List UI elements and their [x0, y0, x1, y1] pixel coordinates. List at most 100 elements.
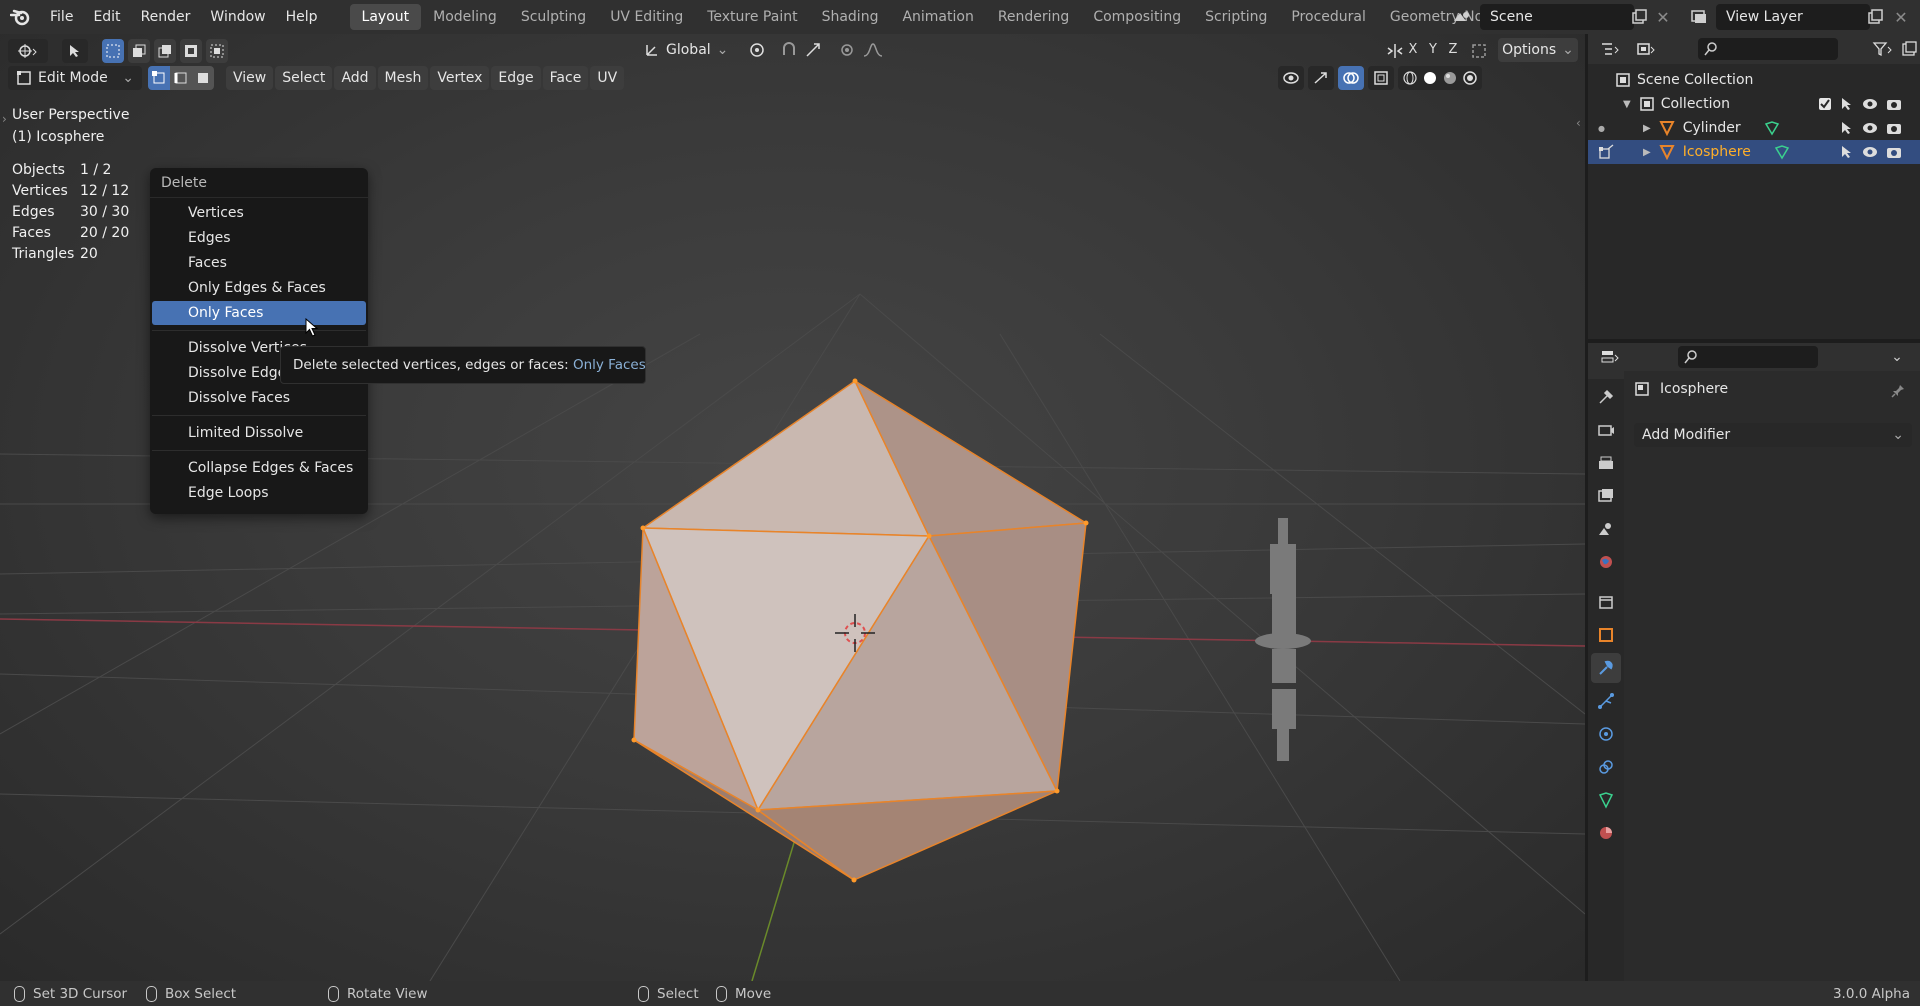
menu-add[interactable]: Add — [334, 66, 376, 90]
outliner-editor-type-icon[interactable] — [1598, 36, 1624, 62]
add-modifier-dropdown[interactable]: Add Modifier ⌄ — [1634, 423, 1912, 447]
outliner-object-cylinder[interactable]: ● ▶ Cylinder — [1588, 116, 1920, 140]
menu-edit[interactable]: Edit — [83, 0, 130, 34]
edge-select-icon[interactable] — [170, 66, 192, 90]
dissolve-faces-item[interactable]: Dissolve Faces — [152, 386, 366, 410]
new-view-layer-icon[interactable] — [1862, 4, 1888, 30]
axis-z-toggle[interactable]: Z — [1444, 38, 1462, 62]
chevron-down-icon[interactable]: ⌄ — [1884, 344, 1910, 370]
tool-tab-icon[interactable] — [1591, 382, 1621, 412]
modifier-tab-icon[interactable] — [1591, 653, 1621, 683]
menu-separator — [152, 330, 366, 331]
overlays-icon[interactable] — [1338, 66, 1364, 90]
tab-uv-editing[interactable]: UV Editing — [598, 4, 695, 30]
filter-icon[interactable] — [1870, 36, 1896, 62]
collection-tab-icon[interactable] — [1591, 587, 1621, 617]
menu-select[interactable]: Select — [275, 66, 333, 90]
tab-rendering[interactable]: Rendering — [986, 4, 1082, 30]
render-tab-icon[interactable] — [1591, 415, 1621, 445]
tab-layout[interactable]: Layout — [349, 4, 422, 30]
axis-y-toggle[interactable]: Y — [1424, 38, 1442, 62]
properties-editor: ⌄ Icosphere Add Modifier ⌄ — [1588, 343, 1920, 981]
delete-only-faces-item[interactable]: Only Faces — [152, 301, 366, 325]
menu-face[interactable]: Face — [542, 66, 589, 90]
output-tab-icon[interactable] — [1591, 448, 1621, 478]
tab-procedural[interactable]: Procedural — [1279, 4, 1378, 30]
visibility-icon[interactable] — [1278, 66, 1304, 90]
sidebar-toggle-icon[interactable]: ‹ — [1576, 116, 1581, 130]
expand-arrow-icon[interactable]: ▶ — [1643, 147, 1651, 158]
outliner-object-icosphere[interactable]: ▶ Icosphere — [1588, 140, 1920, 164]
face-select-icon[interactable] — [192, 66, 214, 90]
world-tab-icon[interactable] — [1591, 547, 1621, 577]
limited-dissolve-item[interactable]: Limited Dissolve — [152, 421, 366, 445]
auto-merge-icon[interactable] — [1466, 38, 1492, 64]
properties-search-input[interactable] — [1678, 346, 1818, 368]
select-new-icon[interactable] — [102, 39, 124, 63]
menu-render[interactable]: Render — [131, 0, 201, 34]
menu-window[interactable]: Window — [200, 0, 275, 34]
display-mode-icon[interactable] — [1634, 36, 1660, 62]
menu-uv[interactable]: UV — [590, 66, 625, 90]
material-tab-icon[interactable] — [1591, 818, 1621, 848]
xray-icon[interactable] — [1368, 66, 1394, 90]
scene-selector[interactable]: Scene — [1480, 4, 1634, 30]
transform-orientation[interactable]: Global ⌄ — [644, 38, 884, 62]
scene-tab-icon[interactable] — [1591, 514, 1621, 544]
blender-logo-icon[interactable] — [0, 0, 40, 34]
menu-vertex[interactable]: Vertex — [430, 66, 490, 90]
axis-x-toggle[interactable]: X — [1404, 38, 1422, 62]
new-scene-icon[interactable] — [1626, 4, 1652, 30]
delete-view-layer-icon[interactable]: ✕ — [1888, 4, 1914, 30]
delete-vertices-item[interactable]: Vertices — [152, 201, 366, 225]
delete-edges-item[interactable]: Edges — [152, 226, 366, 250]
outliner-collection[interactable]: ▼ Collection — [1588, 92, 1920, 116]
editor-type-icon[interactable] — [8, 39, 48, 63]
options-dropdown[interactable]: Options ⌄ — [1498, 38, 1578, 62]
outliner: Scene Collection ▼ Collection ● ▶ Cylind… — [1588, 34, 1920, 339]
particles-tab-icon[interactable] — [1591, 686, 1621, 716]
tab-shading[interactable]: Shading — [810, 4, 891, 30]
menu-mesh[interactable]: Mesh — [377, 66, 429, 90]
tab-compositing[interactable]: Compositing — [1081, 4, 1193, 30]
tab-modeling[interactable]: Modeling — [421, 4, 509, 30]
view-layer-icon[interactable] — [1686, 4, 1712, 30]
tab-animation[interactable]: Animation — [890, 4, 985, 30]
tab-scripting[interactable]: Scripting — [1193, 4, 1279, 30]
menu-edge[interactable]: Edge — [491, 66, 541, 90]
expand-arrow-icon[interactable]: ▶ — [1643, 123, 1651, 134]
select-subtract-icon[interactable] — [154, 39, 176, 63]
delete-faces-item[interactable]: Faces — [152, 251, 366, 275]
vertex-select-icon[interactable] — [148, 66, 170, 90]
new-collection-icon[interactable] — [1896, 36, 1920, 62]
view-layer-tab-icon[interactable] — [1591, 481, 1621, 511]
object-tab-icon[interactable] — [1591, 620, 1621, 650]
toolbar-toggle-icon[interactable]: › — [2, 112, 7, 126]
menu-help[interactable]: Help — [276, 0, 328, 34]
menu-file[interactable]: File — [40, 0, 83, 34]
view-layer-selector[interactable]: View Layer — [1716, 4, 1870, 30]
menu-view[interactable]: View — [226, 66, 274, 90]
delete-scene-icon[interactable]: ✕ — [1650, 4, 1676, 30]
select-extend-icon[interactable] — [128, 39, 150, 63]
select-intersect-icon[interactable] — [206, 39, 228, 63]
select-invert-icon[interactable] — [180, 39, 202, 63]
physics-tab-icon[interactable] — [1591, 719, 1621, 749]
edge-loops-item[interactable]: Edge Loops — [152, 481, 366, 505]
tab-texture-paint[interactable]: Texture Paint — [695, 4, 809, 30]
constraints-tab-icon[interactable] — [1591, 752, 1621, 782]
outliner-search-input[interactable] — [1698, 38, 1838, 60]
outliner-scene-collection[interactable]: Scene Collection — [1588, 68, 1920, 92]
data-tab-icon[interactable] — [1591, 785, 1621, 815]
collapse-edges-faces-item[interactable]: Collapse Edges & Faces — [152, 456, 366, 480]
delete-only-edges-faces-item[interactable]: Only Edges & Faces — [152, 276, 366, 300]
properties-editor-type-icon[interactable] — [1598, 344, 1624, 370]
gizmo-icon[interactable] — [1308, 66, 1334, 90]
mode-selector[interactable]: Edit Mode ⌄ — [8, 66, 142, 90]
tab-sculpting[interactable]: Sculpting — [509, 4, 598, 30]
expand-arrow-icon[interactable]: ▼ — [1623, 99, 1631, 110]
pin-icon[interactable] — [1890, 383, 1906, 399]
scene-browse-icon[interactable] — [1448, 4, 1474, 30]
select-tool-icon[interactable] — [62, 39, 88, 63]
proportional-edit-icon — [841, 44, 854, 56]
